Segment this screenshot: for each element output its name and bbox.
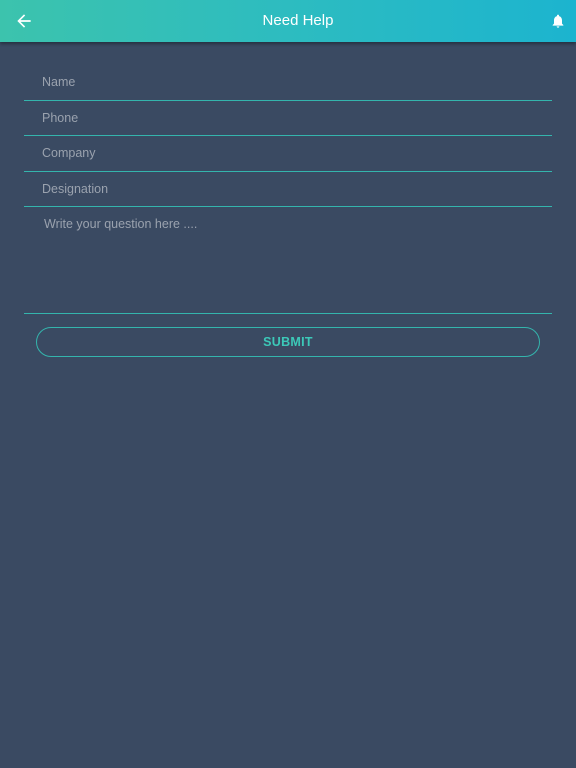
- need-help-screen: Need Help SUBMIT: [0, 0, 576, 768]
- question-field-wrapper: [24, 207, 552, 314]
- name-input[interactable]: [24, 65, 552, 99]
- question-textarea[interactable]: [24, 207, 552, 313]
- notification-button[interactable]: [550, 12, 566, 30]
- submit-button[interactable]: SUBMIT: [36, 327, 540, 357]
- company-field-wrapper: [24, 136, 552, 172]
- phone-input[interactable]: [24, 100, 552, 135]
- company-input[interactable]: [24, 136, 552, 170]
- designation-field-wrapper: [24, 171, 552, 207]
- name-field-wrapper: [24, 65, 552, 101]
- bell-icon: [552, 14, 564, 28]
- designation-input[interactable]: [24, 171, 552, 206]
- page-title: Need Help: [262, 12, 334, 29]
- help-form: [24, 65, 552, 314]
- phone-field-wrapper: [24, 100, 552, 136]
- app-bar: Need Help: [0, 0, 576, 42]
